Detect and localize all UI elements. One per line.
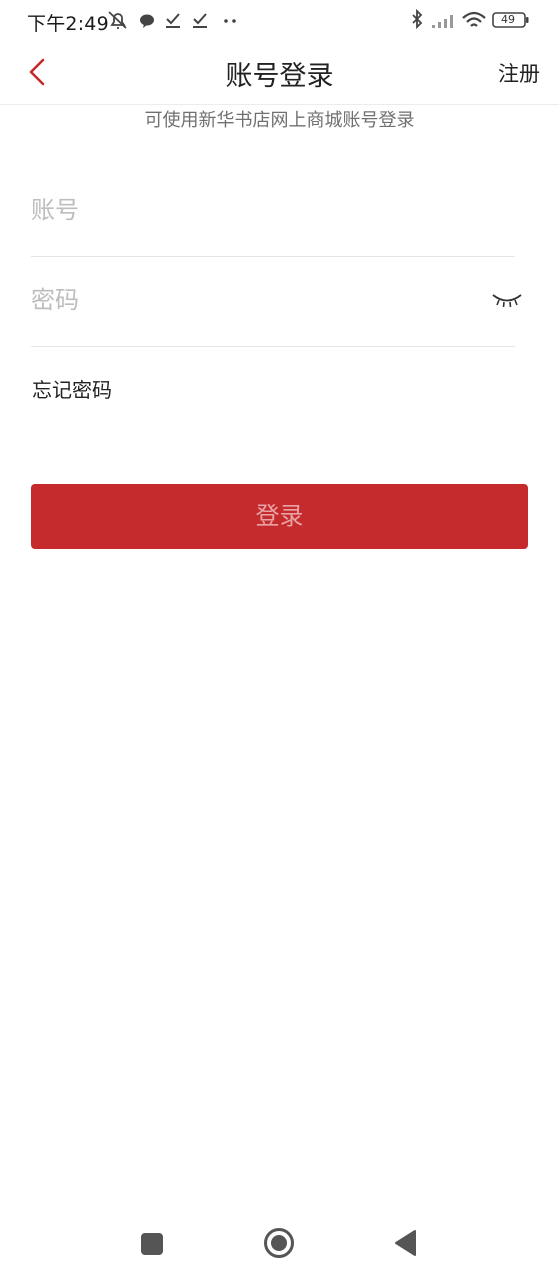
download-done-icon [191, 8, 209, 32]
battery-level: 49 [501, 13, 515, 26]
system-back-button[interactable] [393, 1229, 419, 1261]
account-input[interactable] [31, 166, 471, 254]
login-hint: 可使用新华书店网上商城账号登录 [144, 110, 415, 131]
square-icon [141, 1233, 163, 1255]
chat-bubble-icon [137, 8, 157, 32]
circle-icon [264, 1228, 294, 1258]
wifi-icon [461, 8, 487, 32]
password-field-row [31, 256, 522, 347]
download-done-icon [164, 8, 182, 32]
status-bar: 下午2:49 49 [0, 0, 559, 42]
signal-icon [430, 8, 458, 32]
recent-apps-button[interactable] [140, 1232, 164, 1260]
header: 账号登录 注册 [0, 42, 559, 105]
password-visibility-toggle[interactable] [491, 288, 523, 312]
mute-bell-icon [106, 8, 130, 32]
bluetooth-icon [408, 8, 426, 32]
triangle-left-icon [395, 1230, 416, 1256]
eye-closed-icon [492, 294, 522, 308]
page-title: 账号登录 [225, 61, 334, 92]
account-field-row [31, 166, 515, 257]
system-nav-bar [0, 1205, 559, 1280]
password-input[interactable] [31, 256, 471, 344]
login-button[interactable]: 登录 [31, 484, 528, 549]
battery-icon: 49 [492, 8, 530, 32]
home-button[interactable] [263, 1227, 295, 1263]
more-notifications-icon [222, 8, 238, 32]
register-button[interactable]: 注册 [498, 58, 540, 88]
status-time: 下午2:49 [27, 13, 109, 35]
forgot-password-link[interactable]: 忘记密码 [32, 374, 112, 403]
